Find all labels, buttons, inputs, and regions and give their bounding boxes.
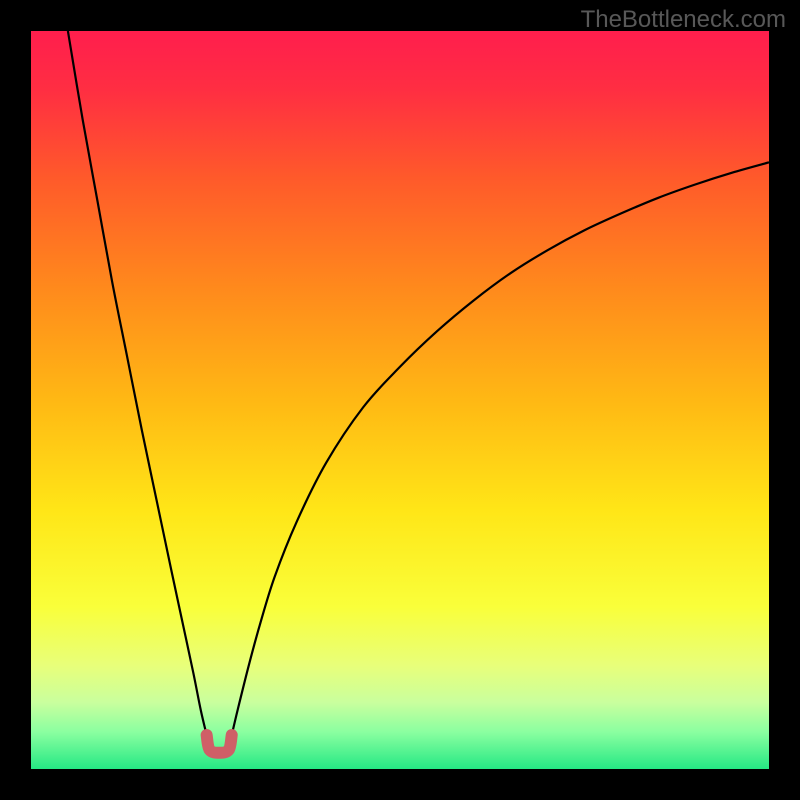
gradient-background [31,31,769,769]
plot-svg [31,31,769,769]
watermark-text: TheBottleneck.com [581,6,786,34]
plot-area [31,31,769,769]
chart-frame: TheBottleneck.com [0,0,800,800]
